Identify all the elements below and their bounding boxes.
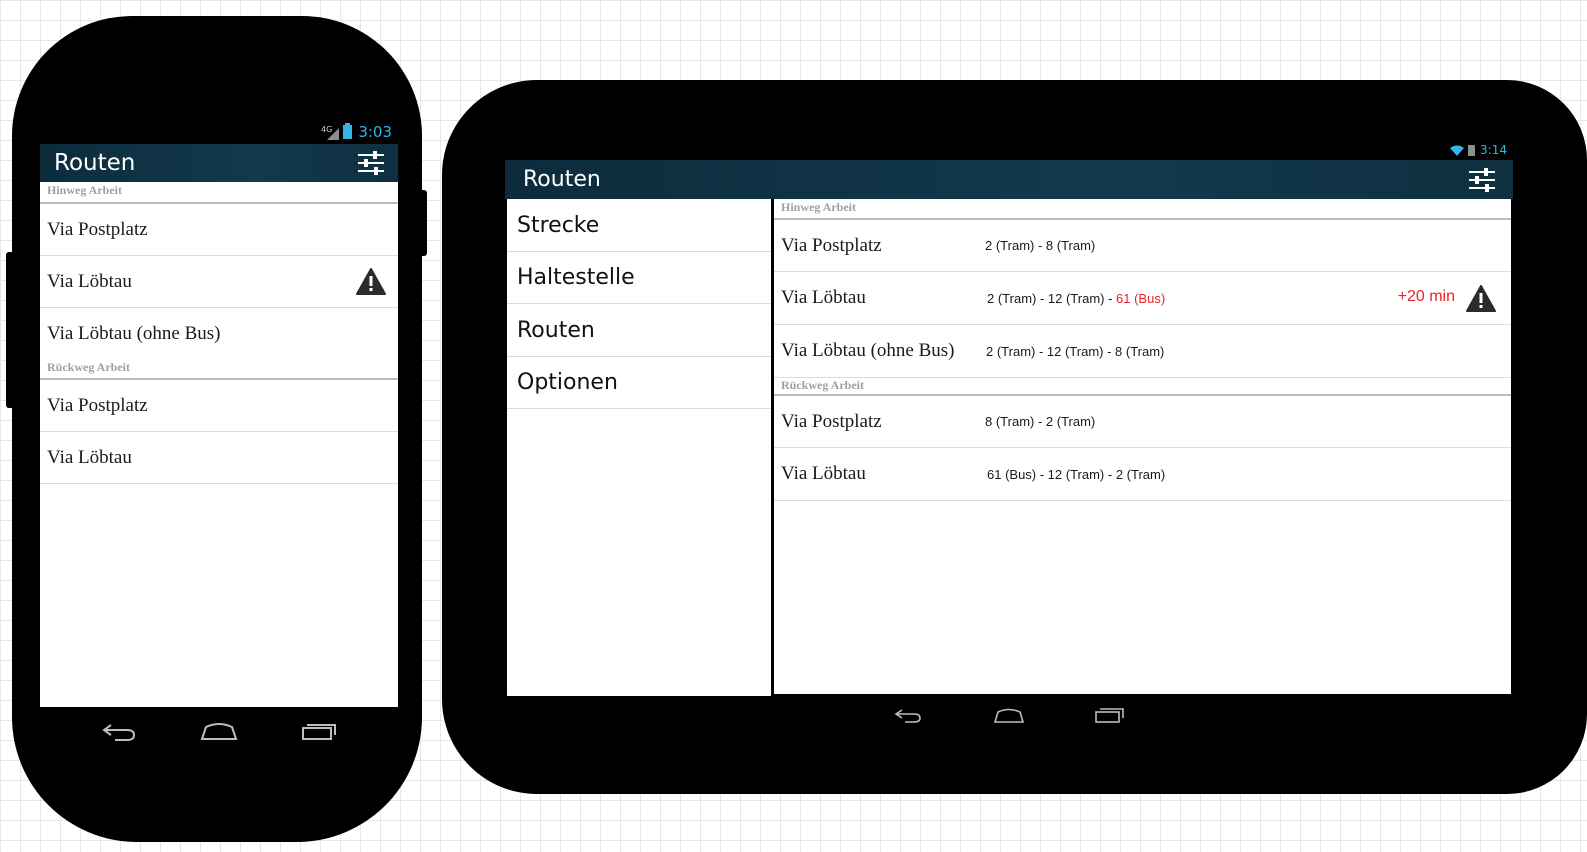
phone-route-list: Hinweg Arbeit Via Postplatz Via Löbtau V… (40, 182, 398, 484)
battery-icon (1468, 144, 1476, 156)
tablet-screen: 3:14 Routen Strecke Haltestelle Routen O… (505, 140, 1513, 734)
list-item[interactable]: Via Löbtau (40, 432, 398, 484)
route-lines: 2 (Tram) - 8 (Tram) (985, 238, 1096, 253)
phone-status-bar: 4G 3:03 (40, 120, 398, 144)
route-label: Via Löbtau (ohne Bus) (47, 323, 221, 344)
route-lines: 61 (Bus) - 12 (Tram) - 2 (Tram) (987, 466, 1166, 482)
phone-side-button-left (6, 252, 14, 408)
list-item[interactable]: Via Löbtau (ohne Bus) (40, 308, 398, 360)
route-label: Via Postplatz (781, 234, 882, 256)
route-label: Via Löbtau (47, 446, 132, 468)
phone-action-bar: Routen (40, 144, 398, 182)
tablet-nav-bar (505, 696, 1513, 734)
delay-badge: +20 min (1397, 288, 1455, 305)
route-label: Via Postplatz (47, 394, 148, 416)
phone-screen: 4G 3:03 Routen Hinweg Arbeit Via Postpla… (40, 120, 398, 754)
back-icon[interactable] (858, 707, 959, 723)
route-label: Via Postplatz (47, 218, 148, 240)
section-header-hinweg: Hinweg Arbeit (774, 199, 1511, 220)
wifi-icon (1450, 145, 1465, 156)
app-title: Routen (523, 167, 601, 192)
section-header-rueckweg: Rückweg Arbeit (774, 377, 1511, 396)
table-row[interactable]: Via Postplatz 2 (Tram) - 8 (Tram) (774, 220, 1511, 272)
route-lines-tram: 2 (Tram) - 12 (Tram) - (987, 290, 1117, 306)
menu-item-routen[interactable]: Routen (507, 304, 771, 357)
route-lines: 2 (Tram) - 12 (Tram) - 8 (Tram) (986, 343, 1165, 359)
recent-apps-icon[interactable] (1060, 707, 1161, 723)
warning-icon (1466, 285, 1496, 318)
app-title: Routen (54, 150, 136, 176)
signal-icon: 4G (321, 124, 340, 140)
route-lines: 2 (Tram) - 12 (Tram) - 61 (Bus) (987, 291, 1165, 306)
list-item[interactable]: Via Postplatz (40, 380, 398, 432)
home-icon[interactable] (959, 707, 1060, 723)
tablet-menu-pane: Strecke Haltestelle Routen Optionen (507, 199, 771, 698)
status-time: 3:14 (1480, 143, 1507, 157)
phone-side-button-right (420, 190, 427, 256)
tablet-route-pane: Hinweg Arbeit Via Postplatz 2 (Tram) - 8… (774, 199, 1511, 694)
section-header-rueckweg: Rückweg Arbeit (40, 360, 398, 380)
table-row[interactable]: Via Postplatz 8 (Tram) - 2 (Tram) (774, 396, 1511, 448)
route-label: Via Löbtau (781, 287, 866, 308)
battery-icon (343, 123, 353, 139)
network-type: 4G (321, 125, 332, 134)
route-label: Via Postplatz (781, 410, 882, 432)
route-lines-bus: 61 (Bus) (1116, 290, 1166, 306)
route-label: Via Löbtau (781, 463, 866, 484)
route-lines: 8 (Tram) - 2 (Tram) (985, 414, 1096, 429)
route-label: Via Löbtau (47, 270, 132, 292)
list-item[interactable]: Via Löbtau (40, 256, 398, 308)
table-row[interactable]: Via Löbtau (ohne Bus) 2 (Tram) - 12 (Tra… (774, 325, 1511, 377)
tablet-status-bar: 3:14 (505, 140, 1513, 160)
menu-item-optionen[interactable]: Optionen (507, 357, 771, 409)
menu-item-strecke[interactable]: Strecke (507, 199, 771, 252)
tablet-action-bar: Routen (505, 160, 1513, 199)
home-icon[interactable] (169, 721, 269, 741)
back-icon[interactable] (69, 721, 169, 741)
phone-nav-bar (40, 707, 398, 754)
sliders-icon[interactable] (356, 150, 386, 176)
sliders-icon[interactable] (1467, 167, 1497, 193)
route-label: Via Löbtau (ohne Bus) (781, 340, 955, 361)
section-header-hinweg: Hinweg Arbeit (40, 182, 398, 204)
table-row[interactable]: Via Löbtau 61 (Bus) - 12 (Tram) - 2 (Tra… (774, 448, 1511, 501)
status-time: 3:03 (358, 123, 392, 141)
warning-icon (356, 268, 386, 301)
list-item[interactable]: Via Postplatz (40, 204, 398, 256)
recent-apps-icon[interactable] (269, 721, 369, 741)
table-row[interactable]: Via Löbtau 2 (Tram) - 12 (Tram) - 61 (Bu… (774, 272, 1511, 325)
menu-item-haltestelle[interactable]: Haltestelle (507, 252, 771, 304)
